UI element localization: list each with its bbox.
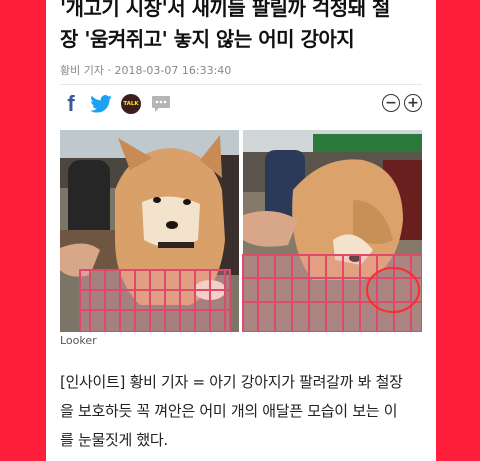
article-body: [인사이트] 황비 기자 = 아기 강아지가 팔려갈까 봐 철장 을 보호하듯 … (60, 368, 428, 455)
kakaotalk-badge: TALK (121, 94, 141, 114)
byline: 황비 기자 · 2018-03-07 16:33:40 (60, 64, 232, 77)
speech-bubble-icon[interactable] (150, 93, 172, 115)
body-line-3: 를 눈물짓게 했다. (60, 431, 168, 449)
kakaotalk-icon[interactable]: TALK (120, 93, 142, 115)
speech-bubble-shape (152, 96, 170, 112)
body-line-2: 을 보호하듯 꼭 껴안은 어미 개의 애달픈 모습이 보는 이 (60, 402, 398, 420)
headline-line-1: '개고기 시장'서 새끼들 팔릴까 걱정돼 철 (60, 0, 390, 20)
dog-cage-photo (60, 130, 423, 333)
headline-line-2: 장 '움켜쥐고' 놓지 않는 어미 강아지 (60, 27, 355, 51)
photo-right-panel (242, 130, 423, 333)
divider (60, 84, 422, 85)
share-bar: f TALK (60, 91, 172, 116)
red-frame: '개고기 시장'서 새끼들 팔릴까 걱정돼 철 장 '움켜쥐고' 놓지 않는 어… (0, 0, 480, 461)
twitter-icon[interactable] (90, 93, 112, 115)
zoom-in-icon[interactable]: + (404, 94, 422, 112)
kakaotalk-label: TALK (123, 101, 139, 107)
photo-left-panel (60, 130, 239, 333)
facebook-glyph: f (67, 91, 75, 116)
increase-font-glyph: + (407, 95, 419, 111)
headline: '개고기 시장'서 새끼들 팔릴까 걱정돼 철 장 '움켜쥐고' 놓지 않는 어… (60, 0, 430, 55)
zoom-out-icon[interactable]: − (382, 94, 400, 112)
article-photo (60, 130, 423, 333)
body-line-1: [인사이트] 황비 기자 = 아기 강아지가 팔려갈까 봐 철장 (60, 373, 403, 391)
twitter-bird (90, 95, 112, 113)
font-size-controls: − + (382, 94, 422, 112)
photo-credit: Looker (60, 334, 97, 347)
article-card: '개고기 시장'서 새끼들 팔릴까 걱정돼 철 장 '움켜쥐고' 놓지 않는 어… (46, 0, 436, 461)
decrease-font-glyph: − (385, 95, 397, 111)
facebook-icon[interactable]: f (60, 91, 82, 116)
